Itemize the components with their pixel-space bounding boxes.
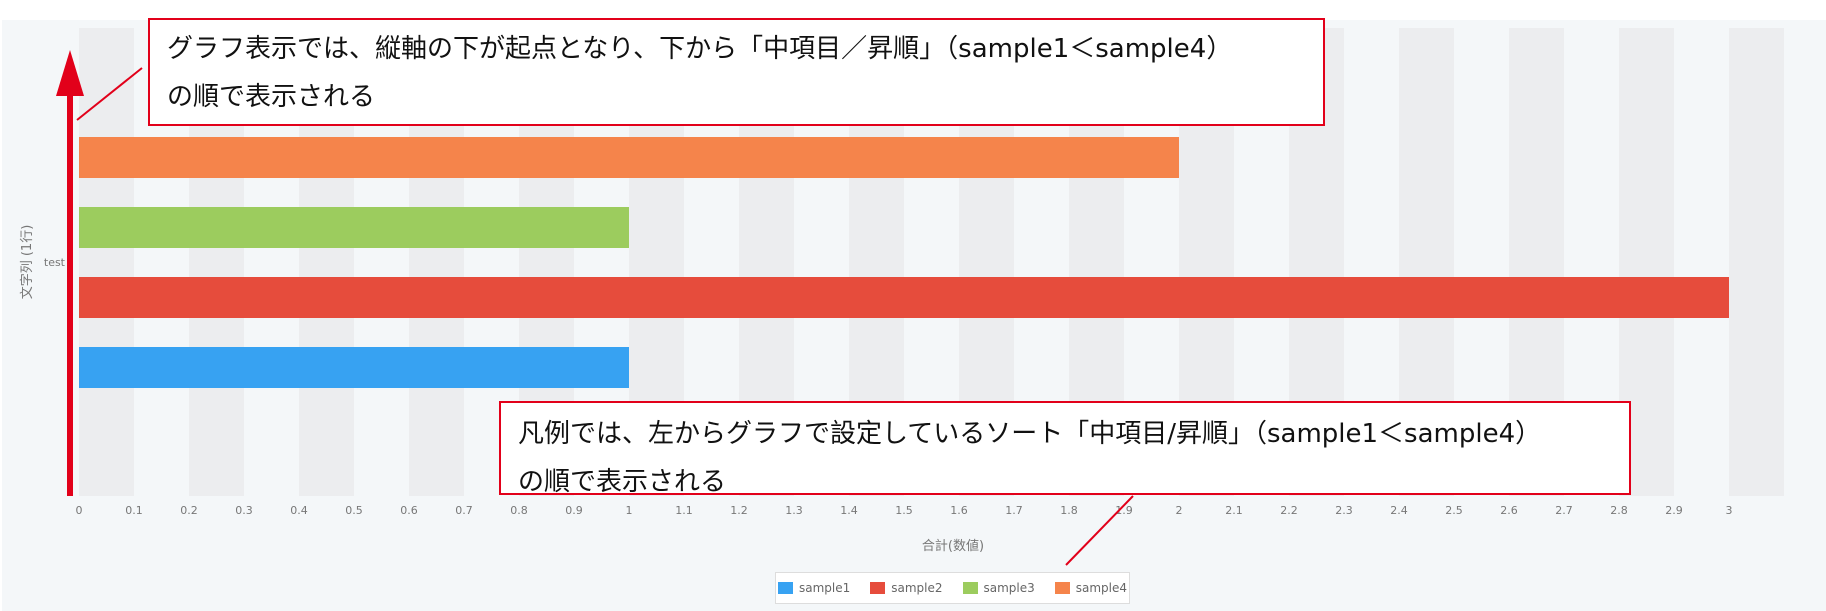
- legend: sample1 sample2 sample3 sample4: [775, 572, 1130, 604]
- legend-label: sample3: [983, 581, 1035, 595]
- bar-sample4[interactable]: [79, 137, 1179, 178]
- top-annotation: グラフ表示では、縦軸の下が起点となり、下から「中項目／昇順」（sample1＜s…: [148, 18, 1325, 126]
- grid-band: [79, 28, 134, 496]
- x-tick-label: 0.6: [400, 504, 418, 517]
- legend-label: sample2: [891, 581, 943, 595]
- legend-label: sample4: [1075, 581, 1128, 595]
- bottom-annotation: 凡例では、左からグラフで設定しているソート「中項目/昇順」（sample1＜sa…: [499, 401, 1631, 497]
- legend-swatch: [1054, 582, 1070, 594]
- x-tick-label: 0.7: [455, 504, 473, 517]
- y-axis-title: 文字列 (1行): [20, 225, 35, 300]
- x-tick-label: 0.4: [290, 504, 308, 517]
- legend-swatch: [962, 582, 978, 594]
- x-axis-title: 合計(数値): [922, 538, 984, 554]
- x-tick-label: 0.1: [125, 504, 143, 517]
- legend-item-sample3[interactable]: sample3: [962, 581, 1035, 595]
- y-tick-label: test: [44, 256, 66, 269]
- legend-item-sample1[interactable]: sample1: [777, 581, 851, 595]
- bar-sample3[interactable]: [79, 207, 629, 248]
- bottom-annotation-line2: の順で表示される: [518, 467, 727, 497]
- x-tick-label: 0.5: [345, 504, 363, 517]
- grid-band: [1674, 28, 1729, 496]
- legend-label: sample1: [798, 581, 851, 595]
- x-tick-label: 0: [76, 504, 83, 517]
- legend-swatch: [870, 582, 886, 594]
- x-tick-label: 0.3: [235, 504, 253, 517]
- top-annotation-line2: の順で表示される: [167, 82, 376, 112]
- legend-item-sample4[interactable]: sample4: [1054, 581, 1128, 595]
- legend-swatch: [777, 582, 793, 594]
- x-tick-label: 3: [1726, 504, 1733, 517]
- legend-item-sample2[interactable]: sample2: [870, 581, 943, 595]
- bottom-annotation-line1: 凡例では、左からグラフで設定しているソート「中項目/昇順」（sample1＜sa…: [518, 419, 1542, 449]
- x-tick-label: 2.9: [1665, 504, 1683, 517]
- bar-sample2[interactable]: [79, 277, 1729, 318]
- top-annotation-line1: グラフ表示では、縦軸の下が起点となり、下から「中項目／昇順」（sample1＜s…: [167, 34, 1233, 64]
- x-tick-label: 0.2: [180, 504, 198, 517]
- grid-band: [1729, 28, 1784, 496]
- bar-sample1[interactable]: [79, 347, 629, 388]
